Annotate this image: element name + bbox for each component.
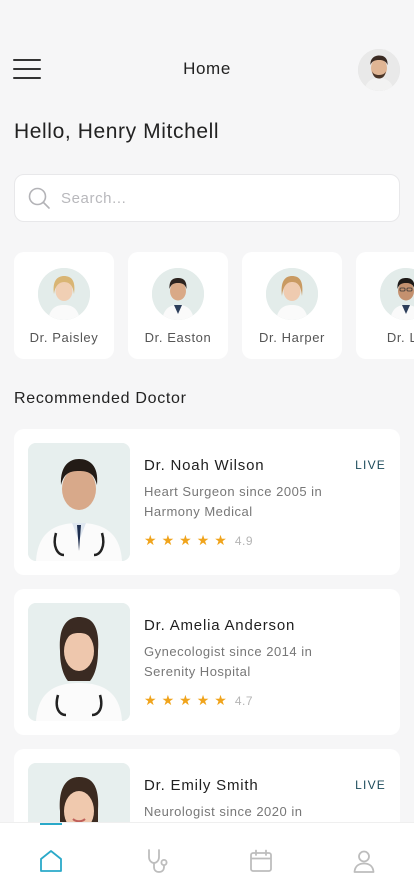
doctor-chip[interactable]: Dr. Lu [356, 252, 414, 359]
page-title: Home [183, 59, 231, 78]
tab-doctors[interactable] [127, 823, 187, 896]
header: Home [0, 44, 414, 94]
bottom-tab-bar [0, 822, 414, 896]
doctor-chip-name: Dr. Harper [259, 330, 325, 345]
doctor-card[interactable]: Dr. Amelia Anderson Gynecologist since 2… [14, 589, 400, 735]
rating-value: 4.9 [234, 533, 253, 548]
doctor-description: Gynecologist since 2014 in Serenity Hosp… [144, 644, 313, 679]
greeting-text: Hello, Henry Mitchell [14, 120, 220, 143]
calendar-icon [250, 849, 272, 872]
section-title: Recommended Doctor [14, 390, 187, 407]
home-icon [40, 850, 62, 872]
doctor-photo [380, 268, 414, 320]
doctor-photo [152, 268, 204, 320]
star-icon: ★ [161, 692, 175, 708]
doctor-photo [38, 268, 90, 320]
doctor-chip-name: Dr. Paisley [29, 330, 99, 345]
star-icon: ★ [214, 532, 227, 548]
star-icon: ★ [144, 692, 157, 708]
star-icon: ★ [196, 692, 210, 708]
star-icon: ★ [179, 692, 192, 708]
star-icon: ★ [144, 532, 157, 548]
profile-icon [353, 850, 375, 873]
star-icon: ★ [196, 532, 210, 548]
search-bar[interactable] [14, 174, 400, 222]
doctor-chip[interactable]: Dr. Paisley [14, 252, 114, 359]
doctor-description: Heart Surgeon since 2005 in Harmony Medi… [144, 484, 323, 519]
top-doctors-list[interactable]: Dr. Paisley Dr. Easton Dr. Harper Dr. L [14, 252, 414, 360]
tab-appointments[interactable] [231, 823, 291, 896]
tab-home[interactable] [21, 823, 81, 896]
doctor-name: Dr. Emily Smith [144, 777, 259, 794]
live-badge: LIVE [355, 458, 386, 472]
rating: ★ ★ ★ ★ ★ 4.7 [144, 692, 253, 709]
live-badge: LIVE [355, 778, 386, 792]
avatar[interactable] [358, 49, 400, 91]
doctor-photo [28, 443, 130, 561]
stethoscope-icon [148, 849, 168, 873]
doctor-description: Neurologist since 2020 in [144, 804, 303, 819]
star-icon: ★ [214, 692, 227, 708]
doctor-photo [28, 603, 130, 721]
rating: ★ ★ ★ ★ ★ 4.9 [144, 532, 253, 549]
doctor-name: Dr. Noah Wilson [144, 457, 265, 474]
star-icon: ★ [179, 532, 192, 548]
doctor-name: Dr. Amelia Anderson [144, 617, 296, 634]
doctor-chip[interactable]: Dr. Harper [242, 252, 342, 359]
star-icon: ★ [161, 532, 175, 548]
search-input[interactable] [61, 189, 361, 207]
rating-value: 4.7 [234, 693, 253, 708]
search-icon [28, 187, 50, 209]
doctor-chip-name: Dr. Lu [386, 330, 414, 345]
doctor-photo [266, 268, 318, 320]
doctor-chip[interactable]: Dr. Easton [128, 252, 228, 359]
tab-profile[interactable] [334, 823, 394, 896]
doctor-chip-name: Dr. Easton [144, 330, 212, 345]
doctor-card[interactable]: Dr. Noah Wilson LIVE Heart Surgeon since… [14, 429, 400, 575]
